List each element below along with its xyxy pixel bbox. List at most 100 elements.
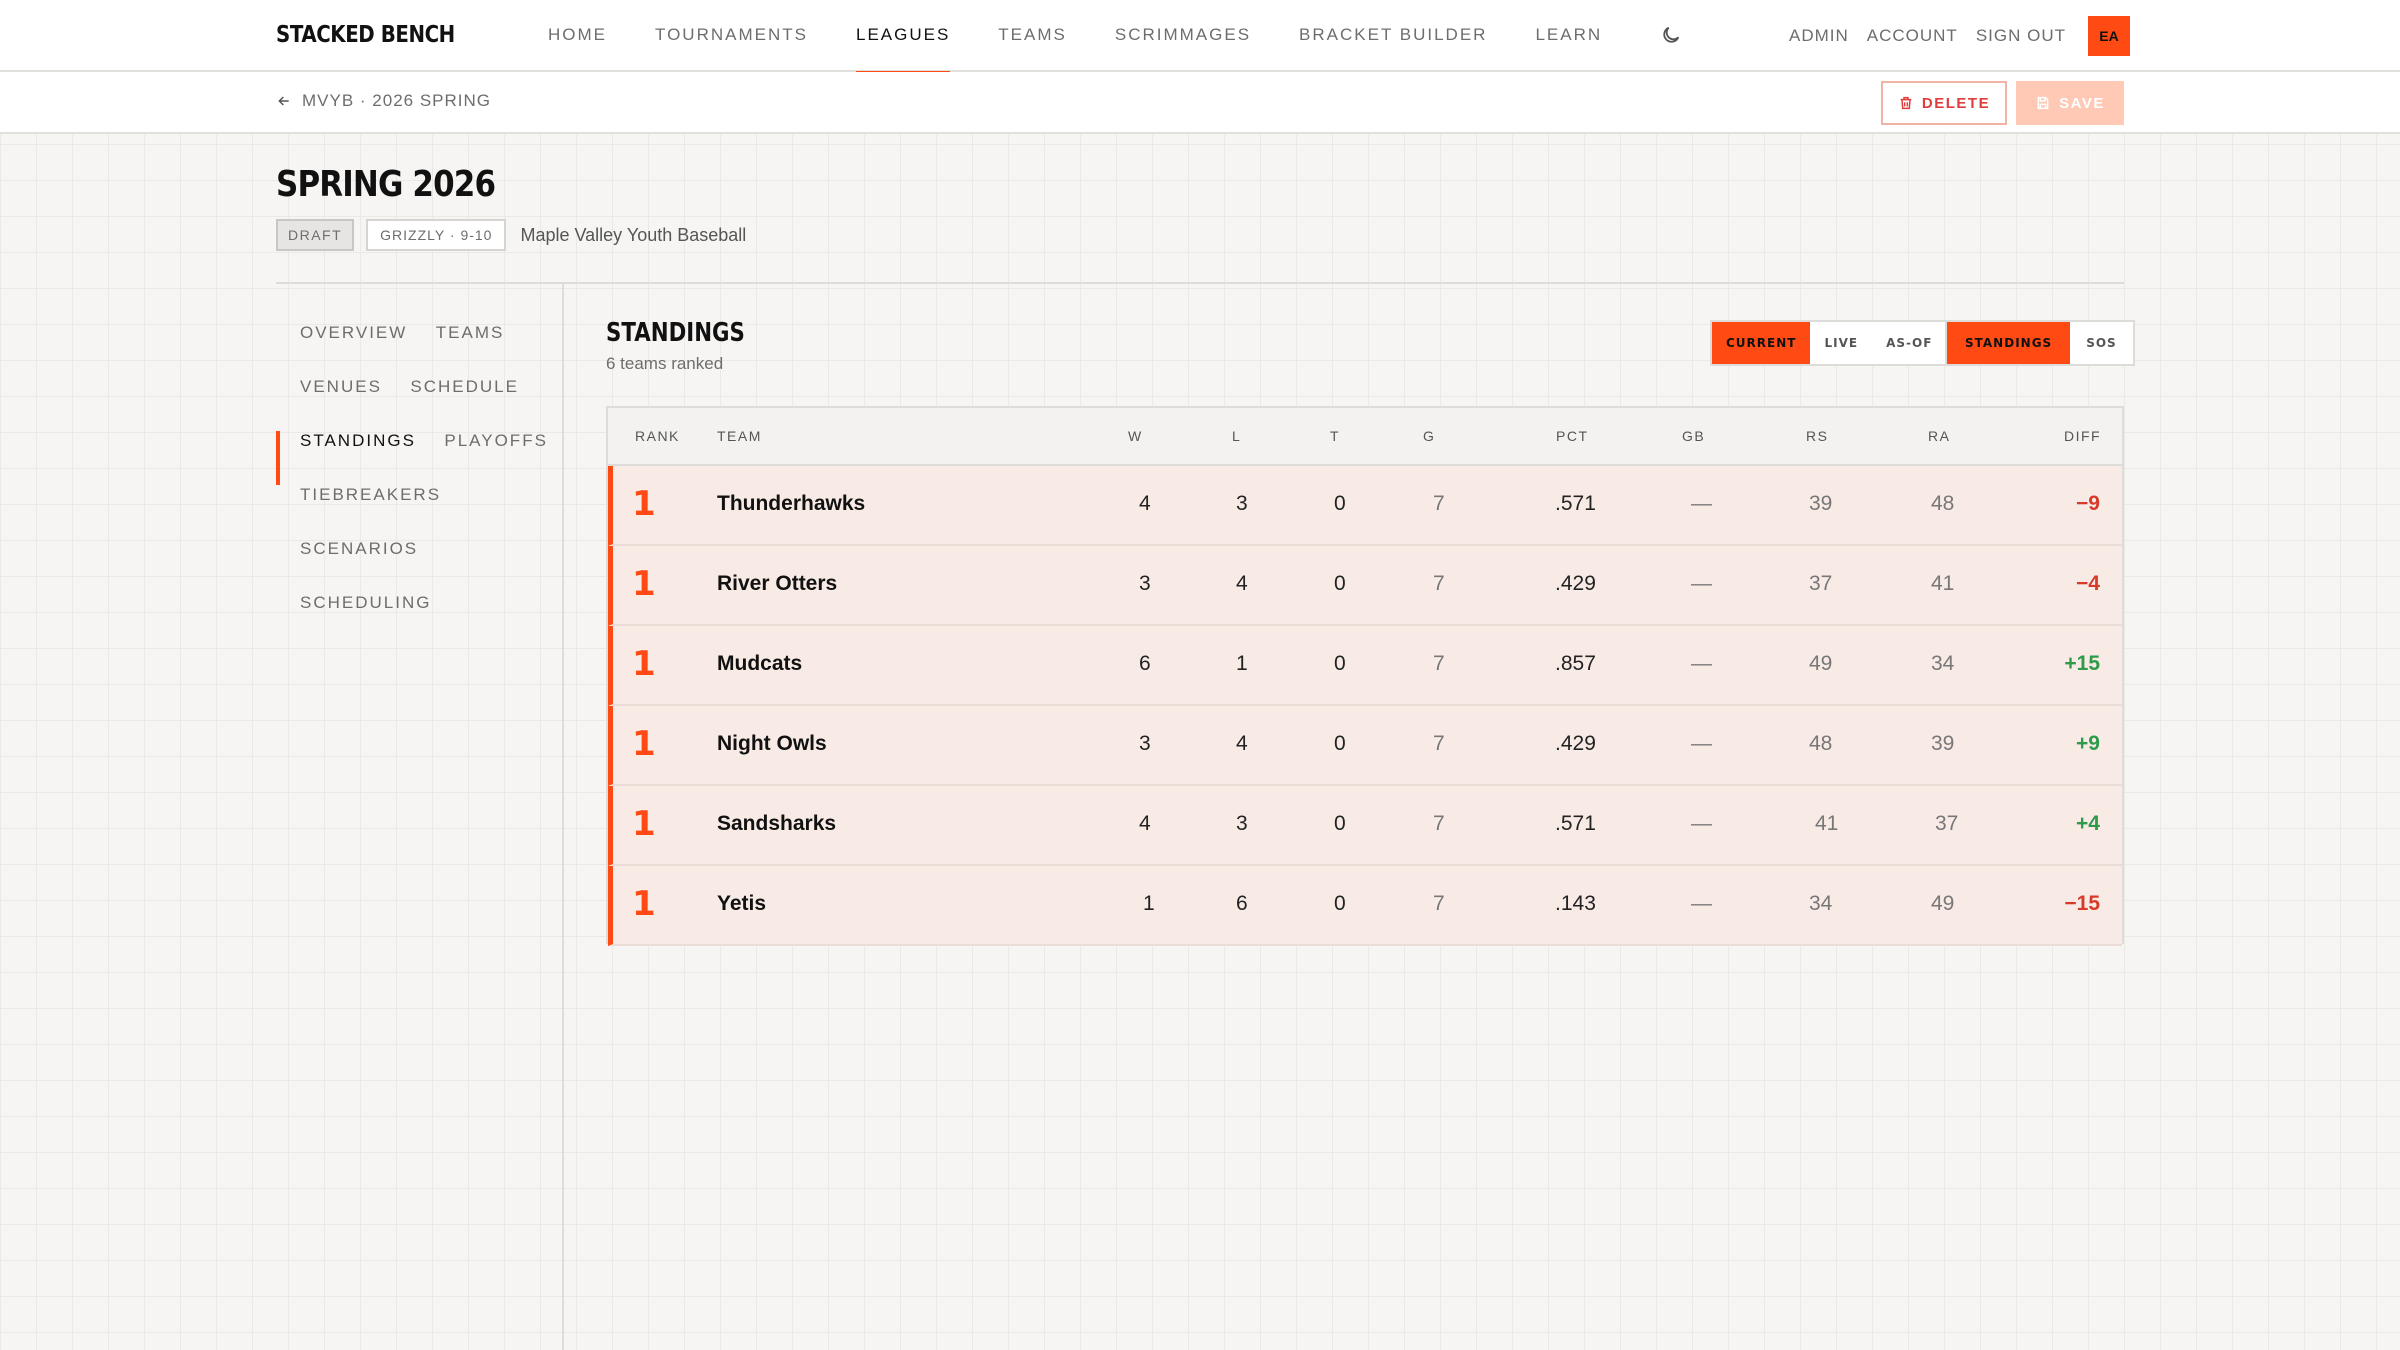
pct-cell: .571 bbox=[1555, 492, 1596, 515]
breadcrumb-label: MVYB · 2026 SPRING bbox=[302, 91, 492, 110]
header-divider bbox=[276, 282, 2124, 284]
season-tags: DRAFT GRIZZLY · 9-10 Maple Valley Youth … bbox=[276, 219, 746, 251]
brand-logo[interactable]: STACKED BENCH bbox=[276, 22, 455, 48]
table-row[interactable]: 1 River Otters 3 4 0 7 .429 — 37 41 −4 bbox=[608, 546, 2122, 626]
sidebar-item-playoffs[interactable]: PLAYOFFS bbox=[420, 431, 548, 450]
ties-cell: 0 bbox=[1334, 492, 1346, 515]
sidebar-item-scenarios[interactable]: SCENARIOS bbox=[276, 539, 418, 558]
sidebar-item-schedule[interactable]: SCHEDULE bbox=[386, 377, 519, 396]
table-row[interactable]: 1 Mudcats 6 1 0 7 .857 — 49 34 +15 bbox=[608, 626, 2122, 706]
col-gb[interactable]: GB bbox=[1682, 428, 1705, 444]
team-cell[interactable]: Yetis bbox=[717, 892, 766, 916]
nav-home[interactable]: HOME bbox=[548, 0, 607, 72]
rs-cell: 37 bbox=[1809, 572, 1833, 595]
table-row[interactable]: 1 Yetis 1 6 0 7 .143 — 34 49 −15 bbox=[608, 866, 2122, 946]
losses-cell: 3 bbox=[1236, 812, 1248, 835]
team-cell[interactable]: River Otters bbox=[717, 572, 837, 596]
col-rank[interactable]: RANK bbox=[635, 428, 680, 444]
wins-cell: 6 bbox=[1139, 652, 1151, 675]
table-row[interactable]: 1 Thunderhawks 4 3 0 7 .571 — 39 48 −9 bbox=[608, 466, 2122, 546]
col-rs[interactable]: RS bbox=[1806, 428, 1828, 444]
nav-learn[interactable]: LEARN bbox=[1535, 0, 1602, 72]
nav-teams[interactable]: TEAMS bbox=[998, 0, 1067, 72]
team-cell[interactable]: Night Owls bbox=[717, 732, 827, 756]
standings-title: STANDINGS bbox=[606, 318, 745, 348]
col-g[interactable]: G bbox=[1423, 428, 1435, 444]
gb-cell: — bbox=[1691, 732, 1712, 755]
team-cell[interactable]: Thunderhawks bbox=[717, 492, 865, 516]
sidebar-item-standings[interactable]: STANDINGS bbox=[276, 431, 416, 450]
ra-cell: 48 bbox=[1931, 492, 1955, 515]
top-nav: STACKED BENCH HOME TOURNAMENTS LEAGUES T… bbox=[0, 0, 2400, 74]
view-sos[interactable]: SOS bbox=[2070, 322, 2133, 364]
delete-button[interactable]: DELETE bbox=[1881, 81, 2007, 125]
rs-cell: 34 bbox=[1809, 892, 1833, 915]
ties-cell: 0 bbox=[1334, 812, 1346, 835]
games-cell: 7 bbox=[1433, 892, 1445, 915]
sidebar-item-scheduling[interactable]: SCHEDULING bbox=[276, 593, 431, 612]
gb-cell: — bbox=[1691, 572, 1712, 595]
trash-icon bbox=[1900, 96, 1912, 110]
col-w[interactable]: W bbox=[1128, 428, 1143, 444]
rs-cell: 49 bbox=[1809, 652, 1833, 675]
sidebar-item-tiebreakers[interactable]: TIEBREAKERS bbox=[276, 485, 441, 504]
sidebar-item-venues[interactable]: VENUES bbox=[276, 377, 382, 396]
col-diff[interactable]: DIFF bbox=[2064, 428, 2101, 444]
team-cell[interactable]: Mudcats bbox=[717, 652, 802, 676]
diff-cell: +4 bbox=[2076, 812, 2100, 835]
losses-cell: 3 bbox=[1236, 492, 1248, 515]
col-pct[interactable]: PCT bbox=[1556, 428, 1589, 444]
gb-cell: — bbox=[1691, 892, 1712, 915]
sidebar-item-teams[interactable]: TEAMS bbox=[412, 323, 505, 342]
mode-as-of[interactable]: AS-OF bbox=[1872, 322, 1946, 364]
ra-cell: 34 bbox=[1931, 652, 1955, 675]
col-team[interactable]: TEAM bbox=[717, 428, 762, 444]
save-button[interactable]: SAVE bbox=[2016, 81, 2124, 125]
pct-cell: .857 bbox=[1555, 652, 1596, 675]
save-label: SAVE bbox=[2059, 94, 2105, 112]
team-cell[interactable]: Sandsharks bbox=[717, 812, 836, 836]
delete-label: DELETE bbox=[1921, 94, 1991, 112]
avatar[interactable]: EA bbox=[2088, 16, 2130, 56]
table-row[interactable]: 1 Night Owls 3 4 0 7 .429 — 48 39 +9 bbox=[608, 706, 2122, 786]
col-ra[interactable]: RA bbox=[1928, 428, 1950, 444]
sidebar: OVERVIEW TEAMS VENUES SCHEDULE STANDINGS… bbox=[276, 306, 562, 630]
division-badge: GRIZZLY · 9-10 bbox=[366, 219, 507, 251]
games-cell: 7 bbox=[1433, 652, 1445, 675]
breadcrumb[interactable]: MVYB · 2026 SPRING bbox=[276, 91, 491, 111]
col-l[interactable]: L bbox=[1232, 428, 1241, 444]
moon-icon[interactable] bbox=[1660, 24, 1682, 46]
nav-leagues[interactable]: LEAGUES bbox=[855, 0, 951, 74]
account-link[interactable]: ACCOUNT bbox=[1867, 26, 1958, 46]
ties-cell: 0 bbox=[1334, 572, 1346, 595]
rank-cell: 1 bbox=[632, 884, 656, 924]
col-t[interactable]: T bbox=[1330, 428, 1340, 444]
save-icon bbox=[2037, 96, 2049, 110]
games-cell: 7 bbox=[1433, 492, 1445, 515]
rank-cell: 1 bbox=[632, 564, 656, 604]
losses-cell: 4 bbox=[1236, 572, 1248, 595]
ties-cell: 0 bbox=[1334, 732, 1346, 755]
rs-cell: 48 bbox=[1809, 732, 1833, 755]
ra-cell: 49 bbox=[1931, 892, 1955, 915]
rank-cell: 1 bbox=[632, 644, 656, 684]
sidebar-item-overview[interactable]: OVERVIEW bbox=[276, 323, 407, 342]
nav-bracket-builder[interactable]: BRACKET BUILDER bbox=[1299, 0, 1487, 72]
organization-name: Maple Valley Youth Baseball bbox=[520, 224, 747, 245]
nav-scrimmages[interactable]: SCRIMMAGES bbox=[1115, 0, 1251, 72]
losses-cell: 4 bbox=[1236, 732, 1248, 755]
diff-cell: +9 bbox=[2076, 732, 2100, 755]
mode-current[interactable]: CURRENT bbox=[1712, 322, 1811, 364]
sign-out-link[interactable]: SIGN OUT bbox=[1976, 26, 2066, 46]
games-cell: 7 bbox=[1433, 812, 1445, 835]
mode-toggle: CURRENT LIVE AS-OF bbox=[1710, 320, 1949, 366]
mode-live[interactable]: LIVE bbox=[1810, 322, 1872, 364]
losses-cell: 1 bbox=[1236, 652, 1248, 675]
nav-tournaments[interactable]: TOURNAMENTS bbox=[655, 0, 808, 72]
ties-cell: 0 bbox=[1334, 652, 1346, 675]
view-standings[interactable]: STANDINGS bbox=[1947, 322, 2071, 364]
gb-cell: — bbox=[1691, 492, 1712, 515]
main-nav: HOME TOURNAMENTS LEAGUES TEAMS SCRIMMAGE… bbox=[548, 0, 1650, 74]
admin-link[interactable]: ADMIN bbox=[1789, 26, 1849, 46]
table-row[interactable]: 1 Sandsharks 4 3 0 7 .571 — 41 37 +4 bbox=[608, 786, 2122, 866]
